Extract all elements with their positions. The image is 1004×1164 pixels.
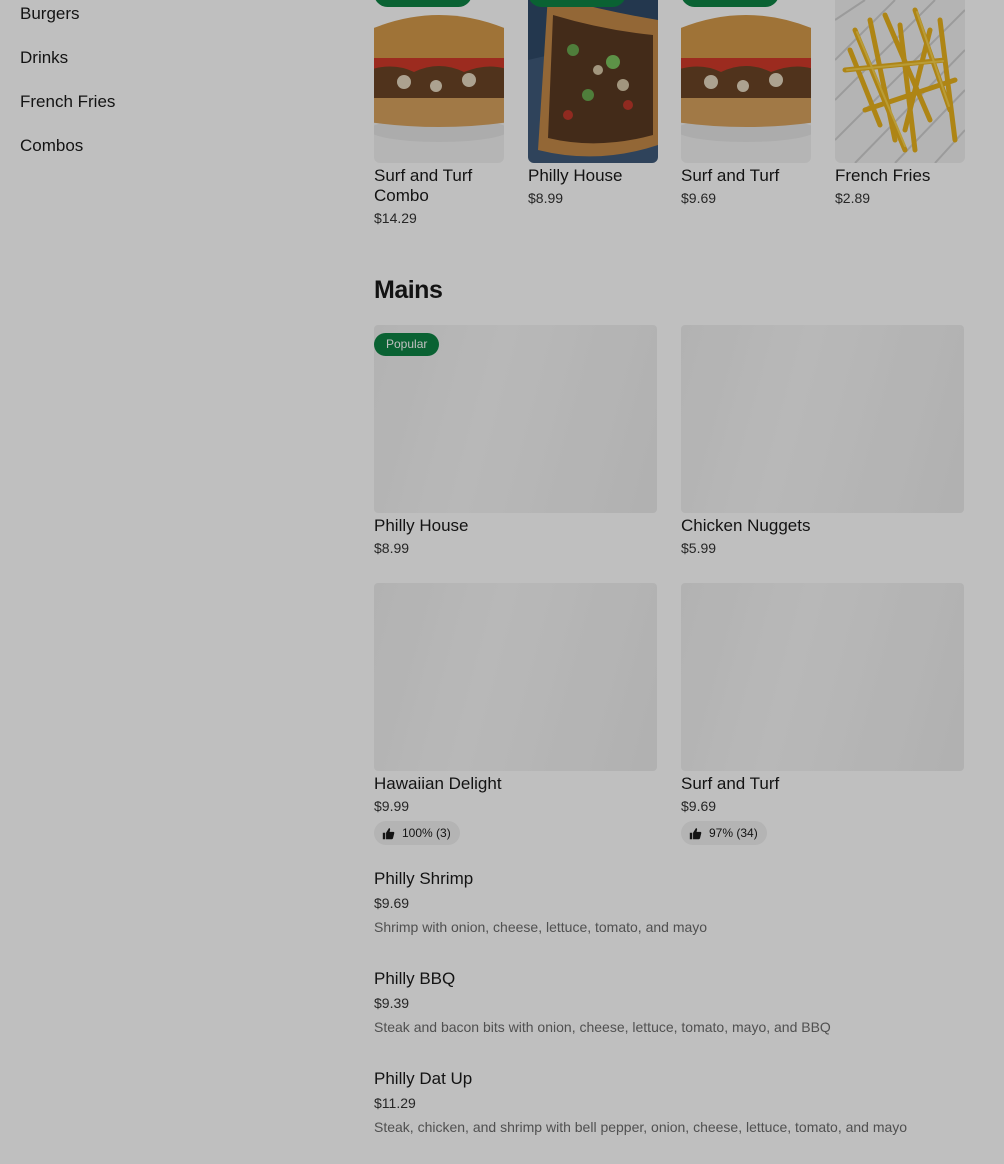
- item-description: Steak, chicken, and shrimp with bell pep…: [374, 1119, 908, 1135]
- rating-badge: 97% (34): [681, 821, 767, 845]
- menu-item-card[interactable]: Popular Philly House $8.99: [374, 325, 657, 557]
- item-photo-placeholder: [681, 583, 964, 771]
- item-price: $9.99: [374, 798, 410, 814]
- item-description: Shrimp with onion, cheese, lettuce, toma…: [374, 919, 708, 935]
- item-price: $2.89: [835, 190, 871, 206]
- item-name: Chicken Nuggets: [681, 516, 811, 535]
- item-name: Philly House: [528, 166, 623, 185]
- rating-text: 100% (3): [402, 826, 451, 840]
- item-photo-placeholder: [681, 325, 964, 513]
- menu-item-card[interactable]: Chicken Nuggets $5.99: [681, 325, 964, 557]
- featured-item-card[interactable]: Surf and Turf $9.69: [681, 0, 811, 207]
- menu-item-card[interactable]: Hawaiian Delight $9.99 100% (3): [374, 583, 657, 845]
- item-photo: [835, 0, 965, 163]
- item-price: $9.69: [681, 798, 717, 814]
- item-name: Surf and Turf: [681, 166, 780, 185]
- thumbs-up-icon: [382, 827, 395, 839]
- item-name: Philly House: [374, 516, 469, 535]
- item-price: $9.69: [374, 895, 410, 911]
- thumbs-up-icon: [689, 827, 702, 839]
- item-name: Philly Shrimp: [374, 869, 474, 888]
- menu-list-item[interactable]: Philly Dat Up $11.29 Steak, chicken, and…: [374, 1069, 974, 1136]
- item-name: Surf and Turf: [681, 774, 780, 793]
- popular-badge: [681, 0, 779, 7]
- featured-item-card[interactable]: Surf and Turf Combo $14.29: [374, 0, 504, 227]
- item-name: Hawaiian Delight: [374, 774, 502, 793]
- item-price: $14.29: [374, 210, 417, 226]
- item-price: $8.99: [374, 540, 410, 556]
- item-photo-placeholder: Popular: [374, 325, 657, 513]
- item-price: $8.99: [528, 190, 564, 206]
- store-menu-page: Burgers Drinks French Fries Combos Surf …: [0, 0, 1004, 1164]
- item-photo: [681, 0, 811, 163]
- item-photo: [528, 0, 658, 163]
- sidebar-item-combos[interactable]: Combos: [20, 136, 320, 180]
- popular-badge: [528, 0, 626, 7]
- popular-badge: Popular: [374, 333, 440, 356]
- rating-badge: 100% (3): [374, 821, 460, 845]
- item-name: French Fries: [835, 166, 931, 185]
- sidebar-item-drinks[interactable]: Drinks: [20, 48, 320, 92]
- item-description: Steak and bacon bits with onion, cheese,…: [374, 1019, 831, 1035]
- menu-list-item[interactable]: Philly Shrimp $9.69 Shrimp with onion, c…: [374, 869, 974, 936]
- featured-item-card[interactable]: Philly House $8.99: [528, 0, 658, 207]
- rating-text: 97% (34): [709, 826, 758, 840]
- sidebar-item-french-fries[interactable]: French Fries: [20, 92, 320, 136]
- category-sidebar: Burgers Drinks French Fries Combos: [20, 4, 320, 180]
- item-name: Philly Dat Up: [374, 1069, 473, 1088]
- section-title: Mains: [374, 276, 443, 304]
- item-photo-placeholder: [374, 583, 657, 771]
- sidebar-item-burgers[interactable]: Burgers: [20, 4, 320, 48]
- menu-item-card[interactable]: Surf and Turf $9.69 97% (34): [681, 583, 964, 845]
- item-price: $9.39: [374, 995, 410, 1011]
- menu-list-item[interactable]: Philly BBQ $9.39 Steak and bacon bits wi…: [374, 969, 974, 1036]
- featured-items-row: Surf and Turf Combo $14.29 Philly House …: [374, 0, 974, 240]
- item-price: $9.69: [681, 190, 717, 206]
- popular-badge: [374, 0, 472, 7]
- item-name: Philly BBQ: [374, 969, 456, 988]
- item-name: Surf and Turf Combo: [374, 166, 473, 205]
- item-price: $11.29: [374, 1095, 416, 1111]
- featured-item-card[interactable]: French Fries $2.89: [835, 0, 965, 207]
- item-price: $5.99: [681, 540, 717, 556]
- item-photo: [374, 0, 504, 163]
